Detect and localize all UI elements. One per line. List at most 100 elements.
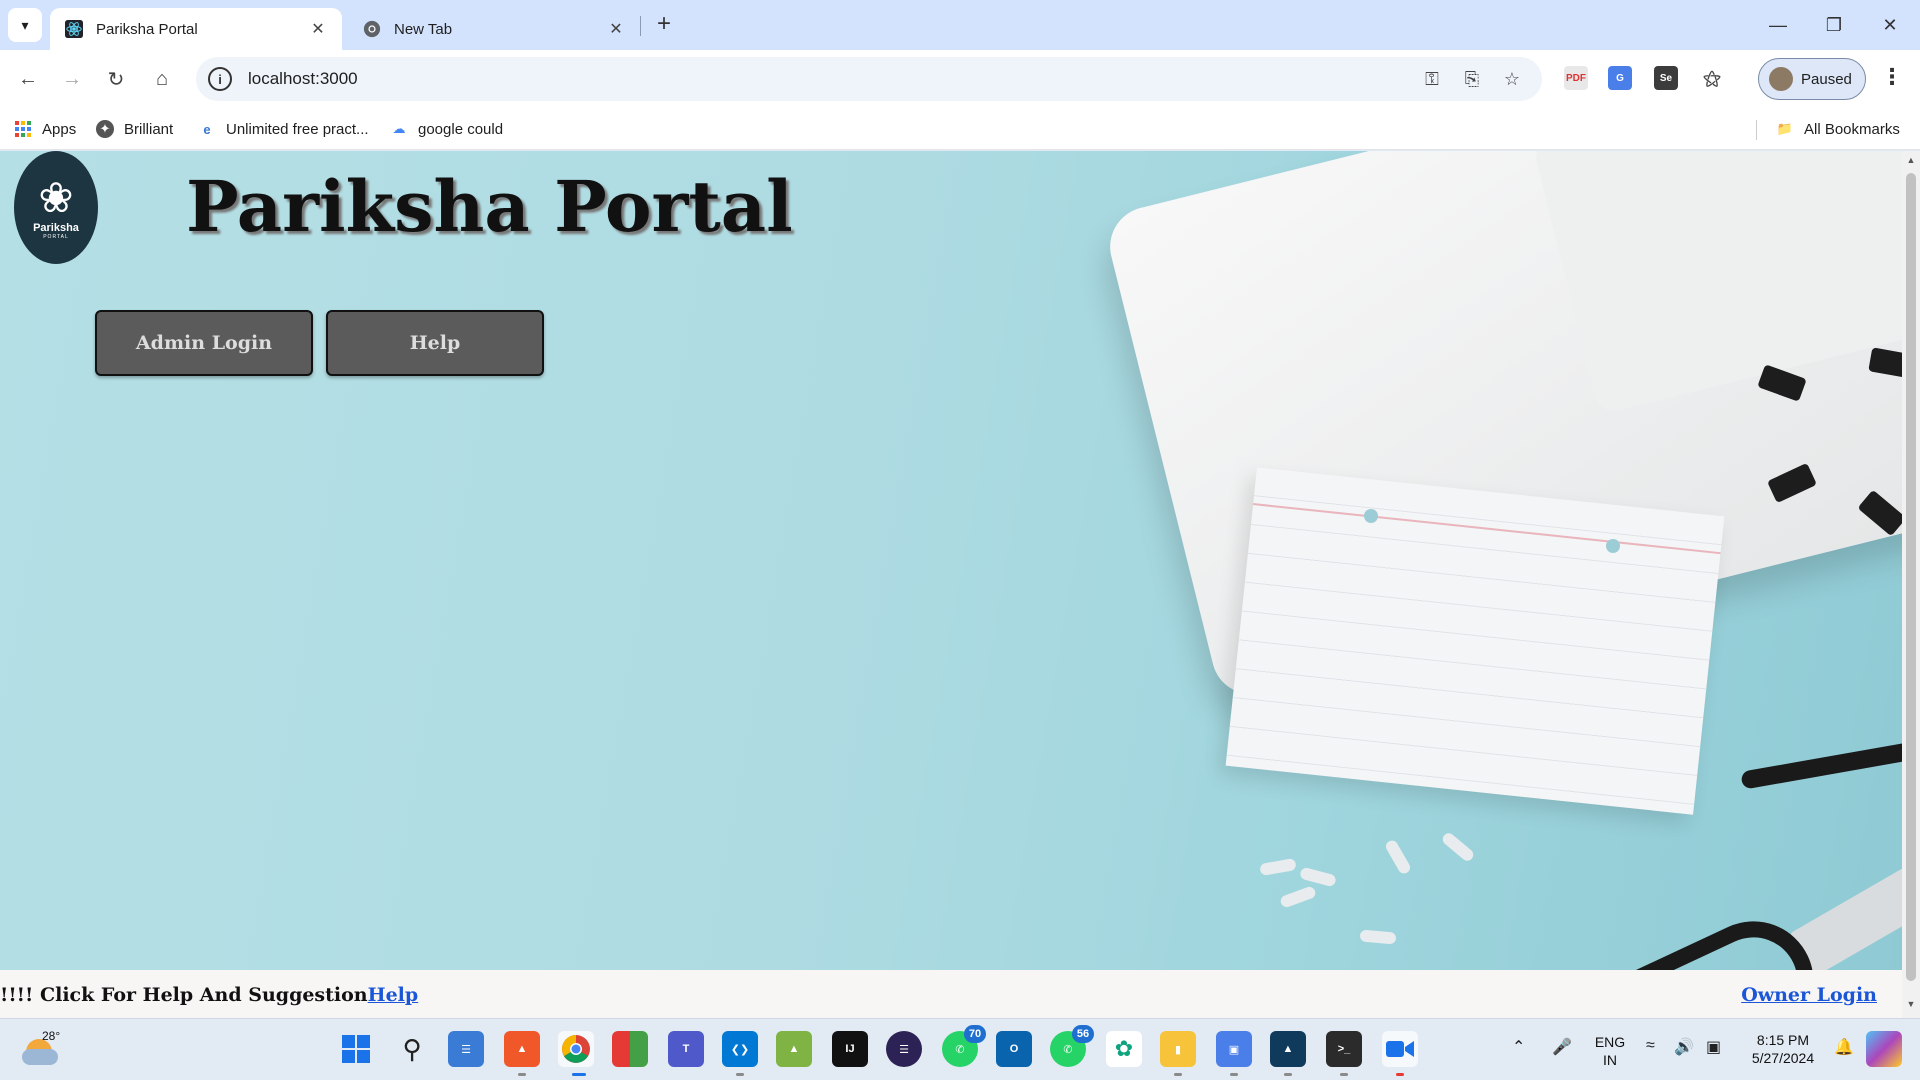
active-indicator bbox=[572, 1073, 586, 1076]
page-scrollbar[interactable]: ▲ ▼ bbox=[1902, 151, 1920, 1018]
back-arrow-icon[interactable]: ← bbox=[12, 63, 44, 95]
home-icon[interactable]: ⌂ bbox=[146, 63, 178, 95]
tab-divider bbox=[640, 16, 641, 36]
bookmark-label: Unlimited free pract... bbox=[226, 120, 369, 138]
running-indicator bbox=[1340, 1073, 1348, 1076]
weather-widget[interactable]: 28° bbox=[22, 1029, 62, 1067]
notecard-image bbox=[1225, 467, 1725, 815]
google-translate-icon[interactable]: G bbox=[1608, 66, 1632, 90]
profile-paused-button[interactable]: Paused bbox=[1758, 58, 1866, 100]
teams-icon[interactable]: T bbox=[668, 1031, 704, 1067]
tab-search-button[interactable]: ▾ bbox=[8, 8, 42, 42]
pushpin-image bbox=[1364, 509, 1378, 523]
extensions-puzzle-icon[interactable]: ⚝ bbox=[1700, 66, 1724, 90]
volume-icon[interactable]: 🔊 bbox=[1674, 1037, 1694, 1057]
page-title: Pariksha Portal bbox=[186, 165, 793, 248]
selenium-extension-icon[interactable]: Se bbox=[1654, 66, 1678, 90]
minecraft-icon[interactable]: ▲ bbox=[776, 1031, 812, 1067]
new-tab-button[interactable]: + bbox=[650, 11, 678, 39]
bookmark-star-icon[interactable]: ☆ bbox=[1500, 67, 1524, 91]
footer-help-link[interactable]: Help bbox=[368, 984, 419, 1006]
bookmarks-divider bbox=[1756, 120, 1757, 140]
intellij-idea-icon[interactable]: IJ bbox=[832, 1031, 868, 1067]
wifi-icon[interactable]: ≈ bbox=[1646, 1037, 1655, 1055]
profile-status: Paused bbox=[1801, 70, 1852, 88]
pushpin-image bbox=[1606, 539, 1620, 553]
running-indicator bbox=[1284, 1073, 1292, 1076]
bookmark-label: Apps bbox=[42, 120, 77, 138]
clock-time: 8:15 PM bbox=[1756, 1032, 1810, 1048]
password-key-icon[interactable]: ⚿ bbox=[1420, 67, 1444, 91]
bookmark-apps[interactable]: Apps bbox=[14, 118, 76, 140]
close-tab-icon[interactable]: ✕ bbox=[308, 19, 328, 39]
zoom-video-icon[interactable] bbox=[1382, 1031, 1418, 1067]
eclipse-icon[interactable]: ☰ bbox=[886, 1031, 922, 1067]
chrome-taskbar-icon[interactable] bbox=[558, 1031, 594, 1067]
bookmark-practice[interactable]: e Unlimited free pract... bbox=[198, 118, 369, 140]
office-app-icon[interactable] bbox=[612, 1031, 648, 1067]
admin-login-button[interactable]: Admin Login bbox=[95, 310, 313, 376]
owner-login-link[interactable]: Owner Login bbox=[1741, 984, 1877, 1006]
outlook-icon[interactable]: O bbox=[996, 1031, 1032, 1067]
search-icon[interactable]: ⚲ bbox=[394, 1031, 430, 1067]
scroll-down-arrow-icon[interactable]: ▼ bbox=[1902, 999, 1920, 1015]
site-info-icon[interactable]: i bbox=[208, 67, 232, 91]
language-indicator[interactable]: ENG IN bbox=[1594, 1033, 1626, 1069]
start-windows-icon[interactable] bbox=[338, 1031, 374, 1067]
pdf-extension-icon[interactable]: PDF bbox=[1564, 66, 1588, 90]
bookmark-label: google could bbox=[418, 120, 504, 138]
clock-date: 5/27/2024 bbox=[1751, 1050, 1815, 1066]
scrollbar-thumb[interactable] bbox=[1906, 173, 1916, 981]
language-region: IN bbox=[1603, 1052, 1617, 1068]
copilot-icon[interactable] bbox=[1866, 1031, 1902, 1067]
notifications-bell-icon[interactable]: 🔔 bbox=[1834, 1037, 1854, 1057]
notification-badge: 56 bbox=[1072, 1025, 1094, 1043]
all-bookmarks-button[interactable]: 📁 All Bookmarks bbox=[1776, 118, 1900, 140]
file-explorer-icon[interactable]: ▮ bbox=[1160, 1031, 1196, 1067]
scroll-up-arrow-icon[interactable]: ▲ bbox=[1902, 155, 1920, 171]
terminal-icon[interactable]: >_ bbox=[1326, 1031, 1362, 1067]
clock[interactable]: 8:15 PM 5/27/2024 bbox=[1740, 1031, 1826, 1067]
whatsapp-icon[interactable]: ✆ 70 bbox=[942, 1025, 986, 1067]
logo-name: Pariksha bbox=[33, 221, 79, 234]
close-tab-icon[interactable]: ✕ bbox=[606, 19, 626, 39]
browser-menu-icon[interactable]: ⋮ bbox=[1880, 64, 1904, 94]
tab-new-tab[interactable]: New Tab ✕ bbox=[348, 8, 640, 50]
reload-icon[interactable]: ↻ bbox=[100, 63, 132, 95]
address-bar[interactable]: i localhost:3000 bbox=[196, 57, 1542, 101]
forward-arrow-icon[interactable]: → bbox=[56, 63, 88, 95]
cloud-icon bbox=[22, 1049, 58, 1065]
chevron-down-icon: ▾ bbox=[21, 16, 29, 33]
vscode-icon[interactable]: ❮❯ bbox=[722, 1031, 758, 1067]
bookmark-brilliant[interactable]: ✦ Brilliant bbox=[96, 118, 173, 140]
running-indicator bbox=[736, 1073, 744, 1076]
minimize-icon[interactable]: — bbox=[1750, 0, 1806, 50]
tab-pariksha-portal[interactable]: Pariksha Portal ✕ bbox=[50, 8, 342, 50]
window-app-icon[interactable]: ▣ bbox=[1216, 1031, 1252, 1067]
clothespin-image bbox=[1299, 866, 1337, 888]
show-hidden-icons-chevron-icon[interactable]: ⌃ bbox=[1512, 1037, 1525, 1057]
restore-icon[interactable]: ❐ bbox=[1806, 0, 1862, 50]
install-app-icon[interactable]: ⎘ bbox=[1460, 67, 1484, 91]
brilliant-icon: ✦ bbox=[96, 120, 114, 138]
chatgpt-icon[interactable]: ✿ bbox=[1106, 1031, 1142, 1067]
footer-help-text: !!!! Click For Help And SuggestionHelp bbox=[0, 984, 418, 1006]
whatsapp-business-icon[interactable]: ✆ 56 bbox=[1050, 1025, 1094, 1067]
brave-browser-icon[interactable]: ▲ bbox=[504, 1031, 540, 1067]
help-button[interactable]: Help bbox=[326, 310, 544, 376]
running-indicator bbox=[518, 1073, 526, 1076]
url-text[interactable]: localhost:3000 bbox=[248, 69, 358, 89]
running-indicator bbox=[1174, 1073, 1182, 1076]
mysql-workbench-icon[interactable]: ▲ bbox=[1270, 1031, 1306, 1067]
bookmark-google-cloud[interactable]: ☁ google could bbox=[390, 118, 504, 140]
tab-strip: ▾ Pariksha Portal ✕ New Tab ✕ + — ❐ ✕ bbox=[0, 0, 1920, 50]
folder-icon: 📁 bbox=[1776, 121, 1794, 136]
running-indicator bbox=[1230, 1073, 1238, 1076]
logo-subtitle: PORTAL bbox=[43, 233, 69, 240]
battery-icon[interactable]: ▣ bbox=[1706, 1037, 1721, 1057]
notepad-icon[interactable]: ☰ bbox=[448, 1031, 484, 1067]
site-logo[interactable]: ❀ Pariksha PORTAL bbox=[14, 151, 98, 264]
microphone-icon[interactable]: 🎤 bbox=[1552, 1037, 1572, 1057]
close-window-icon[interactable]: ✕ bbox=[1862, 0, 1918, 50]
active-indicator bbox=[1396, 1073, 1404, 1076]
